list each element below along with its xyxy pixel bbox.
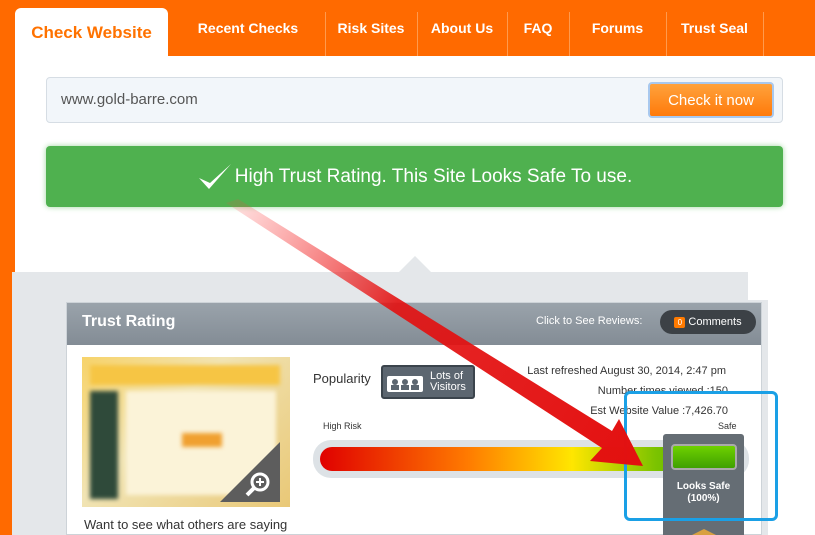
checkmark-icon: [198, 163, 231, 189]
check-it-now-button[interactable]: Check it now: [648, 82, 774, 118]
tab-recent-checks[interactable]: Recent Checks: [185, 0, 311, 56]
last-refreshed: Last refreshed August 30, 2014, 2:47 pm: [527, 365, 726, 377]
card-title: Trust Rating: [82, 313, 176, 330]
tab-check-website[interactable]: Check Website: [15, 8, 168, 58]
tab-risk-sites[interactable]: Risk Sites: [326, 0, 416, 56]
visitors-icon: [387, 376, 423, 392]
comments-label: Comments: [688, 316, 742, 328]
search-bar: www.gold-barre.com Check it now: [46, 77, 783, 123]
reviews-label: Click to See Reviews:: [536, 315, 643, 327]
tab-faq[interactable]: FAQ: [508, 0, 568, 56]
high-risk-label: High Risk: [323, 421, 362, 431]
popularity-label: Popularity: [313, 371, 371, 386]
indicator-chevron-icon: [692, 529, 716, 535]
tab-about-us[interactable]: About Us: [418, 0, 506, 56]
comments-button[interactable]: 0 Comments: [660, 310, 756, 334]
thumb-sidebar: [90, 391, 118, 499]
banner-text: High Trust Rating. This Site Looks Safe …: [234, 165, 633, 187]
thumbnail-caption[interactable]: Want to see what others are saying: [84, 517, 287, 532]
thumb-block: [182, 433, 222, 447]
panel-pointer: [398, 256, 432, 273]
thumb-header: [90, 365, 280, 385]
tab-trust-seal[interactable]: Trust Seal: [667, 0, 762, 56]
highlight-box: [624, 391, 778, 521]
url-input[interactable]: www.gold-barre.com: [61, 78, 198, 122]
tab-forums[interactable]: Forums: [570, 0, 665, 56]
comment-icon: 0: [674, 316, 686, 328]
trust-banner: High Trust Rating. This Site Looks Safe …: [46, 146, 783, 207]
nav-divider: [763, 12, 764, 56]
magnifier-icon[interactable]: [220, 442, 280, 502]
